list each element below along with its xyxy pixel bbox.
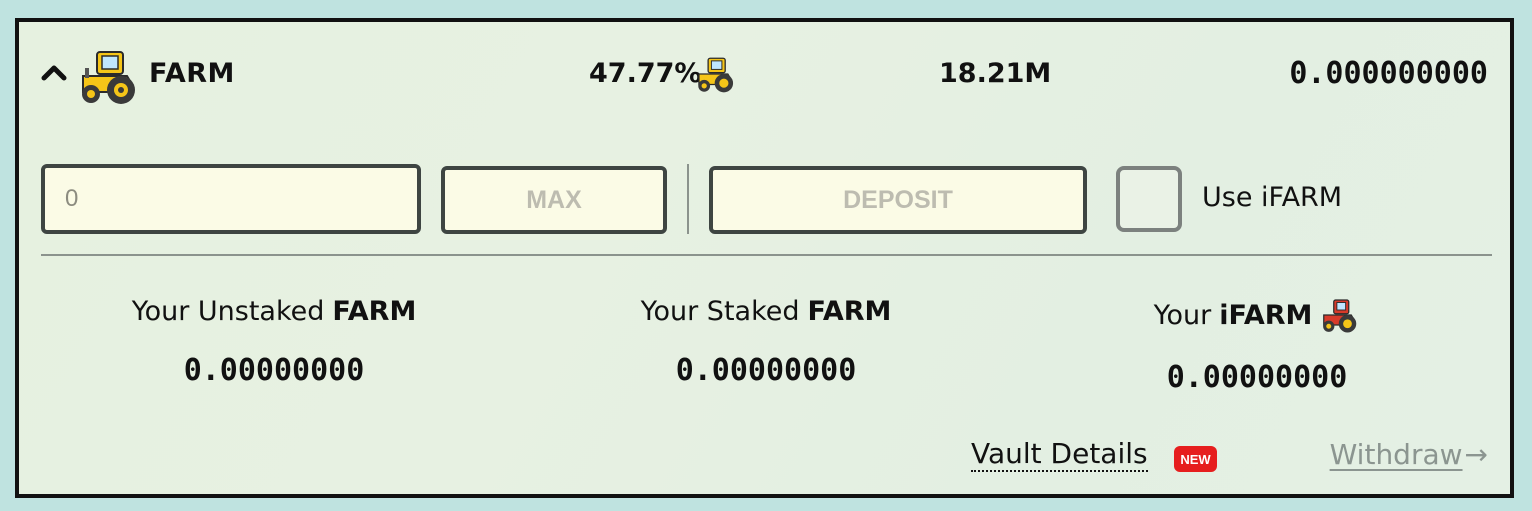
stat-label: Your Staked FARM bbox=[571, 296, 961, 327]
withdraw-label: Withdraw bbox=[1329, 438, 1463, 471]
stat-value: 0.00000000 bbox=[183, 353, 365, 388]
vault-details-link[interactable]: Vault Details bbox=[971, 437, 1148, 473]
vault-header[interactable]: FARM 47.77% 18.21M 0.000000000 bbox=[19, 22, 1510, 132]
stat-label-prefix: Your Unstaked bbox=[131, 296, 325, 327]
stat-label: Your iFARM bbox=[1062, 296, 1452, 334]
stat-label-prefix: Your Staked bbox=[640, 296, 800, 327]
deposit-button[interactable]: DEPOSIT bbox=[709, 166, 1087, 234]
stat-label: Your Unstaked FARM bbox=[79, 296, 469, 327]
vault-apy: 47.77% bbox=[589, 58, 702, 89]
stat-label-token: iFARM bbox=[1219, 299, 1313, 331]
stat-label-prefix: Your bbox=[1153, 299, 1212, 331]
chevron-up-icon[interactable] bbox=[41, 62, 67, 82]
max-button[interactable]: MAX bbox=[441, 166, 667, 234]
vault-balance: 0.000000000 bbox=[1289, 56, 1488, 91]
stat-unstaked: Your Unstaked FARM 0.00000000 bbox=[79, 296, 469, 388]
use-ifarm-label: Use iFARM bbox=[1202, 182, 1343, 213]
new-badge: NEW bbox=[1174, 446, 1217, 472]
stat-staked: Your Staked FARM 0.00000000 bbox=[571, 296, 961, 388]
stat-value: 0.00000000 bbox=[675, 353, 857, 388]
stat-label-token: FARM bbox=[807, 296, 892, 327]
stat-value: 0.00000000 bbox=[1166, 360, 1348, 395]
arrow-right-icon: → bbox=[1464, 438, 1488, 471]
withdraw-link[interactable]: Withdraw → bbox=[1330, 438, 1488, 471]
tractor-icon bbox=[82, 51, 135, 104]
stat-ifarm: Your iFARM 0.00000000 bbox=[1062, 296, 1452, 395]
stat-label-token: FARM bbox=[332, 296, 417, 327]
vault-tvl: 18.21M bbox=[939, 58, 1052, 89]
vault-name: FARM bbox=[149, 58, 235, 89]
horizontal-divider bbox=[41, 254, 1492, 256]
use-ifarm-checkbox[interactable] bbox=[1116, 166, 1182, 232]
tractor-icon bbox=[698, 57, 734, 93]
vertical-divider bbox=[687, 164, 689, 234]
amount-input[interactable] bbox=[41, 164, 421, 234]
red-tractor-icon bbox=[1323, 299, 1357, 333]
vault-card: FARM 47.77% 18.21M 0.000000000 MAX DEPOS… bbox=[15, 18, 1514, 498]
